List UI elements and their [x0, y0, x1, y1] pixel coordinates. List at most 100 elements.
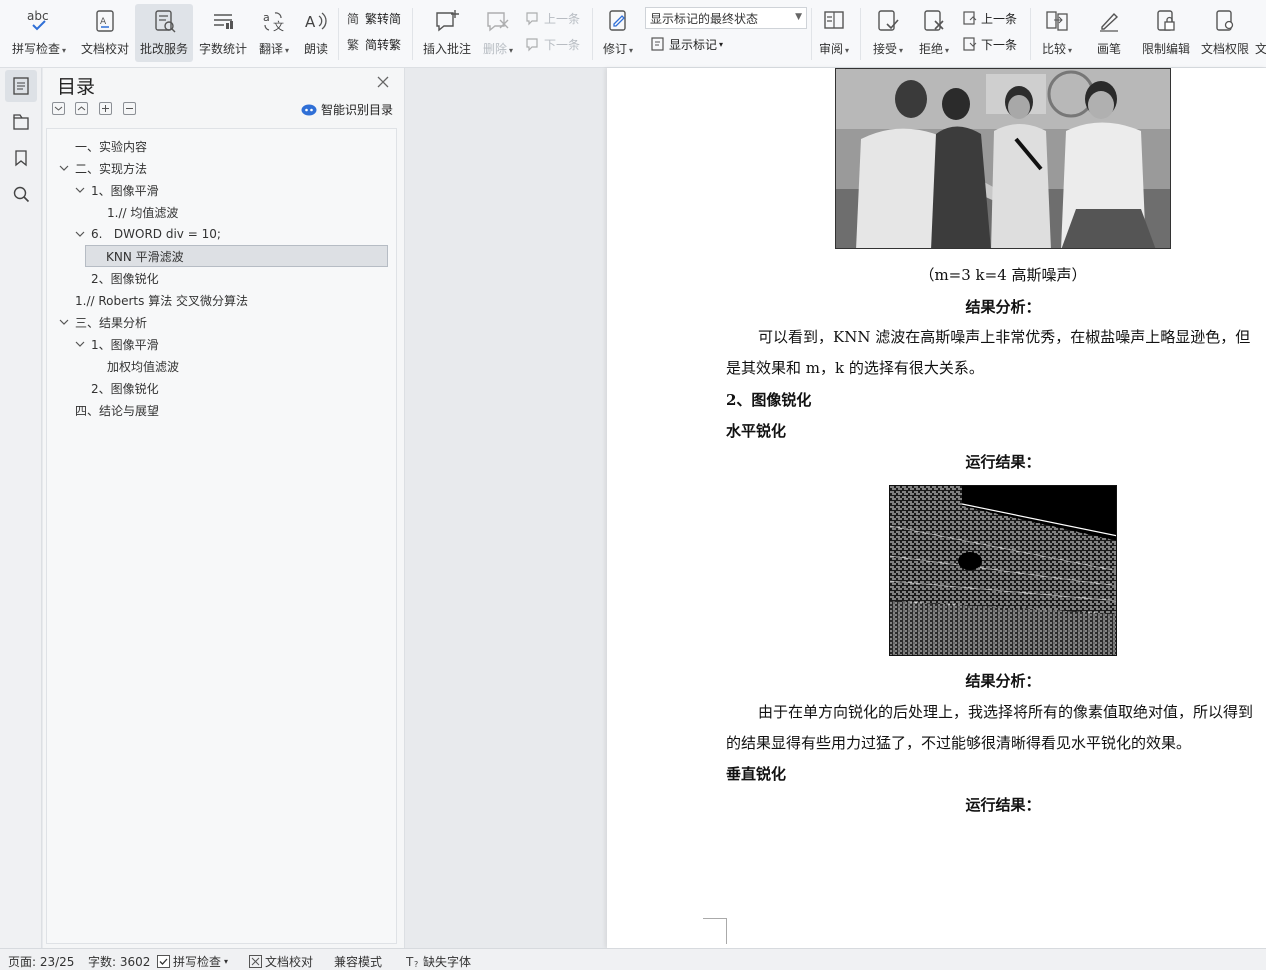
word-count-button[interactable]: 字数统计 — [197, 4, 249, 62]
doc-proof-icon — [248, 955, 262, 969]
svg-text:T: T — [406, 955, 414, 968]
remove-heading-icon[interactable] — [123, 102, 136, 115]
overflow-button[interactable]: 文 — [1254, 4, 1266, 62]
read-aloud-button[interactable]: A 朗读 — [298, 4, 334, 62]
bookmark-icon — [15, 150, 27, 167]
next-change-icon — [962, 36, 978, 52]
close-icon[interactable] — [375, 74, 391, 90]
document-page[interactable]: （m=3 k=4 高斯噪声） 结果分析： 可以看到，KNN 滤波在高斯噪声上非常… — [607, 68, 1266, 948]
section-heading: 2、图像锐化 — [726, 391, 812, 409]
translate-icon: a文 — [259, 6, 289, 36]
word-count-indicator[interactable]: 字数: 3602 — [88, 953, 150, 970]
chevron-down-icon[interactable] — [73, 341, 87, 348]
toc-title: 目录 — [57, 76, 96, 98]
toc-item[interactable]: 2、图像锐化 — [47, 377, 396, 399]
toc-item[interactable]: 四、结论与展望 — [47, 399, 396, 421]
spell-check-icon: abc — [24, 6, 54, 36]
review-service-icon — [149, 6, 179, 36]
delete-comment-button[interactable]: 删除 ▾ — [478, 4, 518, 62]
prev-change-icon — [962, 10, 978, 26]
toc-item[interactable]: 1.// 均值滤波 — [47, 201, 396, 223]
page-corner-mark — [703, 918, 727, 944]
interview-photo — [835, 68, 1171, 249]
toc-item[interactable]: 1、图像平滑 — [47, 333, 396, 355]
chevron-down-icon[interactable] — [73, 187, 87, 194]
toc-item[interactable]: 2、图像锐化 — [47, 267, 396, 289]
divider — [811, 8, 812, 60]
toc-item-selected[interactable]: KNN 平滑滤波 — [85, 245, 388, 267]
spell-check-status[interactable]: 拼写检查 ▾ — [156, 953, 228, 970]
analysis-heading: 结果分析： — [965, 672, 1041, 690]
compat-mode-status[interactable]: 兼容模式 — [334, 953, 382, 970]
prev-comment-icon — [525, 10, 541, 26]
toc-item[interactable]: 加权均值滤波 — [47, 355, 396, 377]
toc-rail-button[interactable] — [5, 70, 37, 102]
show-markup-button[interactable]: 显示标记 ▾ — [650, 34, 723, 54]
search-rail-button[interactable] — [5, 178, 37, 210]
paragraph-line: 的结果显得有些用力过猛了，不过能够很清晰得看见水平锐化的效果。 — [726, 734, 1192, 752]
reject-button[interactable]: 拒绝 ▾ — [914, 4, 954, 62]
doc-proof-status[interactable]: 文档校对 — [248, 953, 313, 970]
missing-fonts-status[interactable]: T? 缺失字体 — [406, 953, 471, 970]
bookmark-rail-button[interactable] — [5, 142, 37, 174]
toc-item[interactable]: 1、图像平滑 — [47, 179, 396, 201]
svg-text:简: 简 — [347, 12, 359, 25]
run-result-heading: 运行结果： — [965, 453, 1041, 471]
reject-icon — [919, 6, 949, 36]
page-indicator[interactable]: 页面: 23/25 — [8, 953, 74, 970]
toc-item[interactable]: 三、结果分析 — [47, 311, 396, 333]
read-aloud-icon: A — [301, 6, 331, 36]
prev-change-button[interactable]: 上一条 — [962, 8, 1017, 28]
markup-state-select[interactable]: 显示标记的最终状态 ▼ — [645, 7, 807, 29]
figure-caption: （m=3 k=4 高斯噪声） — [919, 266, 1087, 284]
insert-comment-icon — [432, 6, 462, 36]
trad-to-simp-button[interactable]: 简 繁转简 — [346, 8, 401, 28]
toc-item[interactable]: 一、实验内容 — [47, 135, 396, 157]
svg-text:文: 文 — [273, 19, 284, 33]
chevron-down-icon[interactable] — [73, 231, 87, 238]
toc-panel: 目录 智能识别目录 一、实验内容 二、实现方法 1、图像平滑 1.// 均值滤波… — [43, 68, 405, 948]
doc-proof-button[interactable]: A 文档校对 — [78, 4, 132, 62]
checkbox-icon — [156, 955, 170, 969]
add-heading-icon[interactable] — [99, 102, 112, 115]
sharpened-image — [889, 485, 1117, 656]
doc-permission-icon — [1210, 6, 1240, 36]
accept-button[interactable]: 接受 ▾ — [868, 4, 908, 62]
chevron-down-icon[interactable] — [57, 165, 71, 172]
ink-button[interactable]: 画笔 — [1090, 4, 1128, 62]
track-changes-button[interactable]: 修订 ▾ — [598, 4, 638, 62]
lock-icon — [1151, 6, 1181, 36]
word-count-icon — [208, 6, 238, 36]
next-comment-button[interactable]: 下一条 — [525, 34, 580, 54]
review-pane-button[interactable]: 审阅 ▾ — [815, 4, 853, 62]
toc-item[interactable]: 1.// Roberts 算法 交叉微分算法 — [47, 289, 396, 311]
review-service-button[interactable]: 批改服务 — [135, 4, 193, 62]
chevron-down-icon[interactable] — [57, 319, 71, 326]
toc-icon — [13, 77, 29, 95]
svg-text:?: ? — [414, 960, 418, 968]
delete-comment-icon — [483, 6, 513, 36]
review-pane-icon — [819, 6, 849, 36]
paragraph-line: 由于在单方向锐化的后处理上，我选择将所有的像素值取绝对值，所以得到 — [758, 703, 1254, 721]
next-change-button[interactable]: 下一条 — [962, 34, 1017, 54]
svg-text:A: A — [100, 17, 107, 27]
analysis-heading: 结果分析： — [965, 298, 1041, 316]
translate-button[interactable]: a文 翻译 ▾ — [254, 4, 294, 62]
toc-item[interactable]: 6. DWORD div = 10; — [47, 223, 396, 245]
smart-toc-button[interactable]: 智能识别目录 — [301, 101, 393, 118]
compare-button[interactable]: 比较 ▾ — [1036, 4, 1078, 62]
toc-item[interactable]: 二、实现方法 — [47, 157, 396, 179]
prev-comment-button[interactable]: 上一条 — [525, 8, 580, 28]
simp-to-trad-button[interactable]: 繁 简转繁 — [346, 34, 401, 54]
divider — [592, 8, 593, 60]
restrict-edit-button[interactable]: 限制编辑 — [1140, 4, 1192, 62]
paragraph-line: 可以看到，KNN 滤波在高斯噪声上非常优秀，在椒盐噪声上略显逊色，但 — [758, 328, 1251, 346]
doc-permission-button[interactable]: 文档权限 — [1198, 4, 1252, 62]
svg-text:abc: abc — [27, 9, 49, 23]
collapse-all-icon[interactable] — [52, 102, 65, 115]
expand-up-icon[interactable] — [75, 102, 88, 115]
toc-tree: 一、实验内容 二、实现方法 1、图像平滑 1.// 均值滤波 6. DWORD … — [46, 128, 397, 944]
spell-check-button[interactable]: abc 拼写检查 ▾ — [8, 4, 70, 62]
section-rail-button[interactable] — [5, 106, 37, 138]
insert-comment-button[interactable]: 插入批注 — [420, 4, 474, 62]
